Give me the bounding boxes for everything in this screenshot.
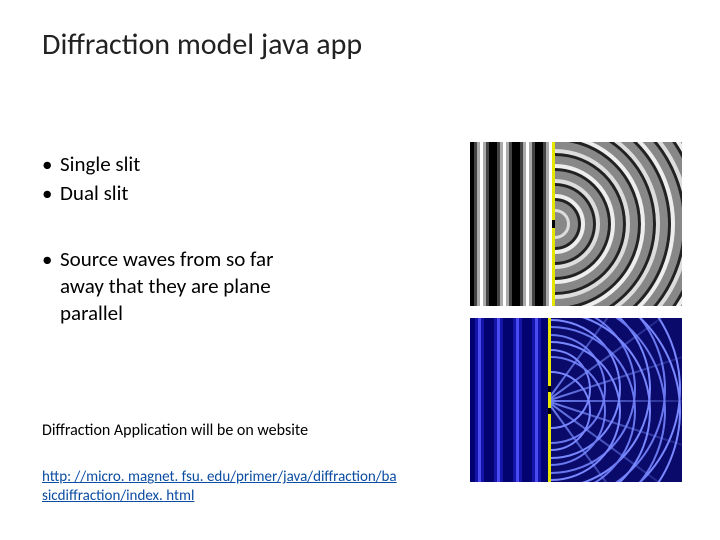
figures-column bbox=[470, 142, 682, 494]
bullet-source-waves: Source waves from so far away that they … bbox=[42, 246, 432, 328]
plane-waves-blue bbox=[470, 318, 548, 482]
caption-text: Diffraction Application will be on websi… bbox=[42, 421, 432, 440]
plane-waves-gray bbox=[470, 142, 552, 306]
diffracted-waves-gray bbox=[555, 142, 682, 306]
bullet-single-slit: Single slit bbox=[42, 151, 432, 178]
slide-title: Diffraction model java app bbox=[42, 26, 678, 63]
bullet-line: Source waves from so far bbox=[60, 246, 273, 272]
figure-single-slit bbox=[470, 142, 682, 306]
figure-dual-slit bbox=[470, 318, 682, 482]
bullet-dual-slit: Dual slit bbox=[42, 180, 432, 207]
bullet-line: parallel bbox=[60, 300, 123, 326]
left-column: Single slit Dual slit Source waves from … bbox=[42, 151, 432, 506]
interference-pattern-blue bbox=[551, 318, 682, 482]
reference-link[interactable]: http: //micro. magnet. fsu. edu/primer/j… bbox=[42, 468, 402, 506]
spacer bbox=[42, 210, 432, 246]
bullet-list-1: Single slit Dual slit bbox=[42, 151, 432, 208]
slide: Diffraction model java app Single slit D… bbox=[0, 0, 720, 540]
bullet-line: away that they are plane bbox=[60, 273, 271, 299]
bullet-list-2: Source waves from so far away that they … bbox=[42, 246, 432, 328]
